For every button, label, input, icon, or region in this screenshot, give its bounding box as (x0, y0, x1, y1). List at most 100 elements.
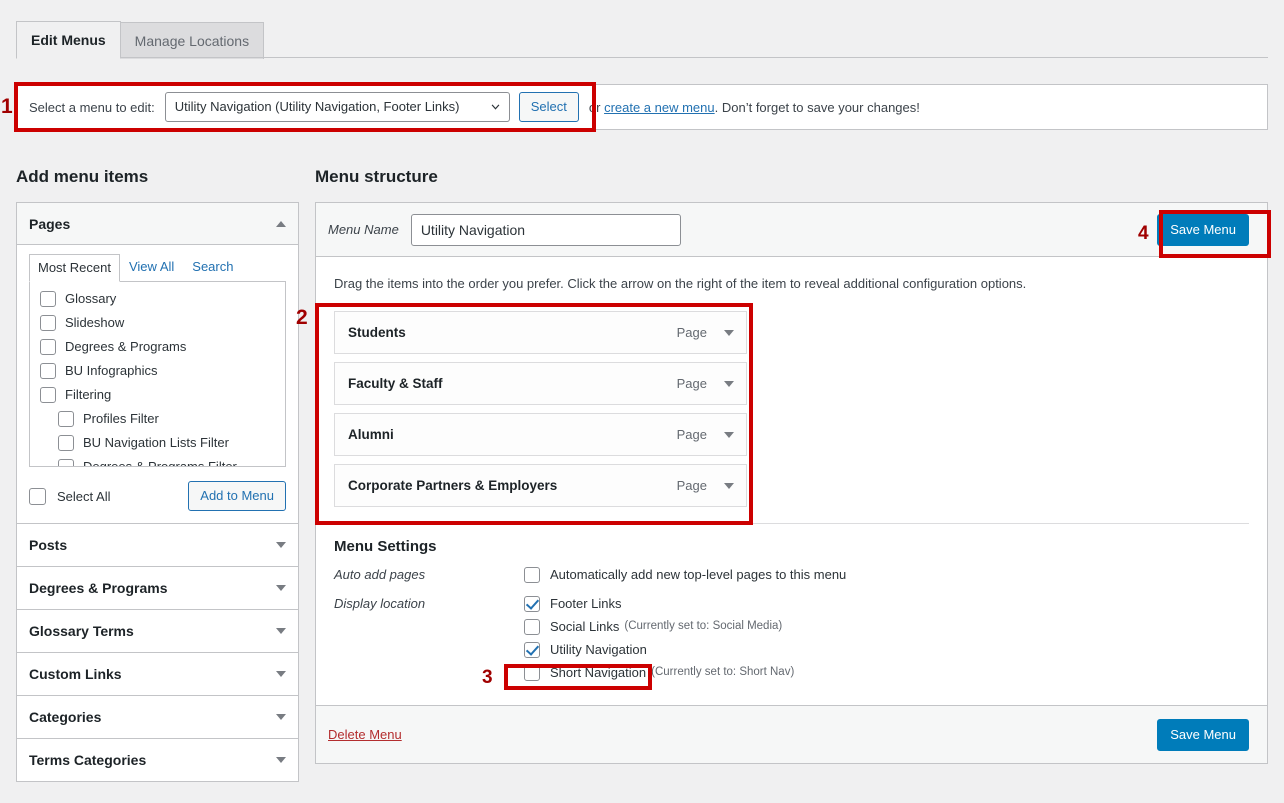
checkbox-slideshow[interactable] (40, 315, 56, 331)
chevron-down-icon[interactable] (276, 628, 286, 634)
create-menu-prefix: or (588, 99, 605, 115)
chevron-down-icon[interactable] (724, 431, 734, 438)
list-item[interactable]: Glossary (40, 291, 275, 307)
auto-add-pages-option[interactable]: Automatically add new top-level pages to… (524, 566, 1249, 583)
chevron-down-icon[interactable] (276, 542, 286, 548)
menu-name-input[interactable] (410, 213, 681, 246)
menu-select-dropdown[interactable]: Utility Navigation (Utility Navigation, … (164, 92, 510, 122)
list-item[interactable]: Profiles Filter (40, 411, 275, 427)
menu-item-row[interactable]: Faculty & Staff Page (334, 362, 747, 405)
chevron-down-icon[interactable] (276, 671, 286, 677)
checkbox-social-links[interactable] (524, 618, 540, 635)
auto-add-pages-option-label: Automatically add new top-level pages to… (550, 567, 847, 582)
tab-edit-menus[interactable]: Edit Menus (16, 21, 121, 59)
location-social-links[interactable]: Social Links (Currently set to: Social M… (524, 618, 1249, 635)
checkbox-profiles-filter[interactable] (58, 411, 74, 427)
checkbox-short-navigation[interactable] (524, 664, 540, 681)
pages-tab-view-all[interactable]: View All (120, 253, 183, 281)
posts-postbox-header[interactable]: Posts (17, 524, 298, 566)
save-menu-button-top[interactable]: Save Menu (1157, 213, 1249, 246)
list-item[interactable]: Slideshow (40, 315, 275, 331)
list-item[interactable]: BU Infographics (40, 363, 275, 379)
checkbox-footer-links[interactable] (524, 595, 540, 612)
chevron-down-icon[interactable] (276, 757, 286, 763)
pages-tab-search[interactable]: Search (183, 253, 242, 281)
menu-item-title: Students (348, 325, 406, 340)
tab-bar: Edit Menus Manage Locations (0, 0, 1284, 59)
chevron-up-icon[interactable] (276, 220, 286, 227)
list-item-label: BU Navigation Lists Filter (83, 435, 229, 450)
list-item[interactable]: Degrees & Programs (40, 339, 275, 355)
pages-tab-most-recent-label: Most Recent (38, 260, 111, 275)
pages-postbox-body: Most Recent View All Search Glossary Sli… (17, 245, 298, 523)
drag-hint-text: Drag the items into the order you prefer… (334, 276, 1027, 291)
delete-menu-link[interactable]: Delete Menu (328, 727, 402, 742)
select-menu-label: Select a menu to edit: (29, 99, 155, 115)
add-menu-items-title: Add menu items (16, 167, 149, 186)
menu-structure-body: Drag the items into the order you prefer… (316, 257, 1267, 687)
chevron-down-icon[interactable] (724, 482, 734, 489)
categories-postbox-title: Categories (29, 709, 102, 725)
select-all-wrap[interactable]: Select All (29, 487, 111, 505)
add-menu-items-column: Add menu items Pages Most Recent View Al… (16, 166, 299, 782)
display-location-label: Display location (334, 596, 426, 611)
settings-divider (334, 523, 1249, 524)
create-a-new-menu-link[interactable]: create a new menu (604, 100, 715, 115)
chevron-down-icon[interactable] (276, 585, 286, 591)
location-short-navigation[interactable]: Short Navigation (Currently set to: Shor… (524, 664, 1249, 681)
checkbox-bu-infographics[interactable] (40, 363, 56, 379)
checkbox-glossary[interactable] (40, 291, 56, 307)
menu-item-title: Corporate Partners & Employers (348, 478, 558, 493)
list-item[interactable]: Filtering (40, 387, 275, 403)
menu-item-row[interactable]: Alumni Page (334, 413, 747, 456)
checkbox-degrees-programs[interactable] (40, 339, 56, 355)
custom-links-postbox-title: Custom Links (29, 666, 122, 682)
pages-checkbox-list[interactable]: Glossary Slideshow Degrees & Programs BU… (29, 282, 286, 467)
checkbox-auto-add-pages[interactable] (524, 566, 540, 583)
add-to-menu-button[interactable]: Add to Menu (188, 481, 286, 511)
auto-add-pages-row: Auto add pages Automatically add new top… (334, 566, 1249, 589)
location-footer-links[interactable]: Footer Links (524, 595, 1249, 612)
checkbox-select-all[interactable] (29, 487, 46, 505)
pages-tab-most-recent[interactable]: Most Recent (29, 254, 120, 282)
custom-links-postbox-header[interactable]: Custom Links (17, 653, 298, 695)
glossary-terms-postbox-header[interactable]: Glossary Terms (17, 610, 298, 652)
posts-postbox-title: Posts (29, 537, 68, 553)
create-menu-suffix: . Don’t forget to save your changes! (714, 99, 920, 115)
save-menu-button-bottom[interactable]: Save Menu (1157, 718, 1249, 751)
chevron-down-icon[interactable] (724, 380, 734, 387)
list-item-label: BU Infographics (65, 363, 158, 378)
select-button[interactable]: Select (518, 92, 579, 122)
menu-items-list: Students Page Faculty & Staff Page Alumn… (334, 311, 747, 507)
menu-edit-box: Menu Name Save Menu Drag the items into … (315, 202, 1268, 764)
menu-item-type: Page (676, 376, 707, 391)
menu-name-label: Menu Name (328, 222, 399, 237)
glossary-terms-postbox-title: Glossary Terms (29, 623, 134, 639)
chevron-down-icon[interactable] (276, 714, 286, 720)
categories-postbox-header[interactable]: Categories (17, 696, 298, 738)
checkbox-utility-navigation[interactable] (524, 641, 540, 658)
location-label: Social Links (550, 619, 620, 634)
tab-edit-menus-label: Edit Menus (31, 32, 106, 48)
tab-underline (16, 57, 1268, 58)
terms-categories-postbox: Terms Categories (16, 739, 299, 782)
select-all-label: Select All (57, 488, 111, 504)
list-item[interactable]: BU Navigation Lists Filter (40, 435, 275, 451)
annotation-number-3: 3 (482, 667, 493, 688)
chevron-down-icon[interactable] (724, 329, 734, 336)
terms-categories-postbox-header[interactable]: Terms Categories (17, 739, 298, 781)
pages-postbox-header[interactable]: Pages (17, 203, 298, 245)
menu-item-row[interactable]: Students Page (334, 311, 747, 354)
menu-item-title: Alumni (348, 427, 394, 442)
checkbox-degrees-programs-filter[interactable] (58, 459, 74, 466)
location-utility-navigation[interactable]: Utility Navigation (524, 641, 1249, 658)
menu-item-type: Page (676, 427, 707, 442)
list-item[interactable]: Degrees & Programs Filter (40, 459, 275, 466)
tab-manage-locations[interactable]: Manage Locations (119, 22, 265, 59)
pages-tab-view-all-label: View All (128, 259, 175, 274)
degrees-programs-postbox-header[interactable]: Degrees & Programs (17, 567, 298, 609)
annotation-number-1: 1 (1, 95, 13, 118)
checkbox-filtering[interactable] (40, 387, 56, 403)
checkbox-bu-navigation-lists-filter[interactable] (58, 435, 74, 451)
menu-item-row[interactable]: Corporate Partners & Employers Page (334, 464, 747, 507)
